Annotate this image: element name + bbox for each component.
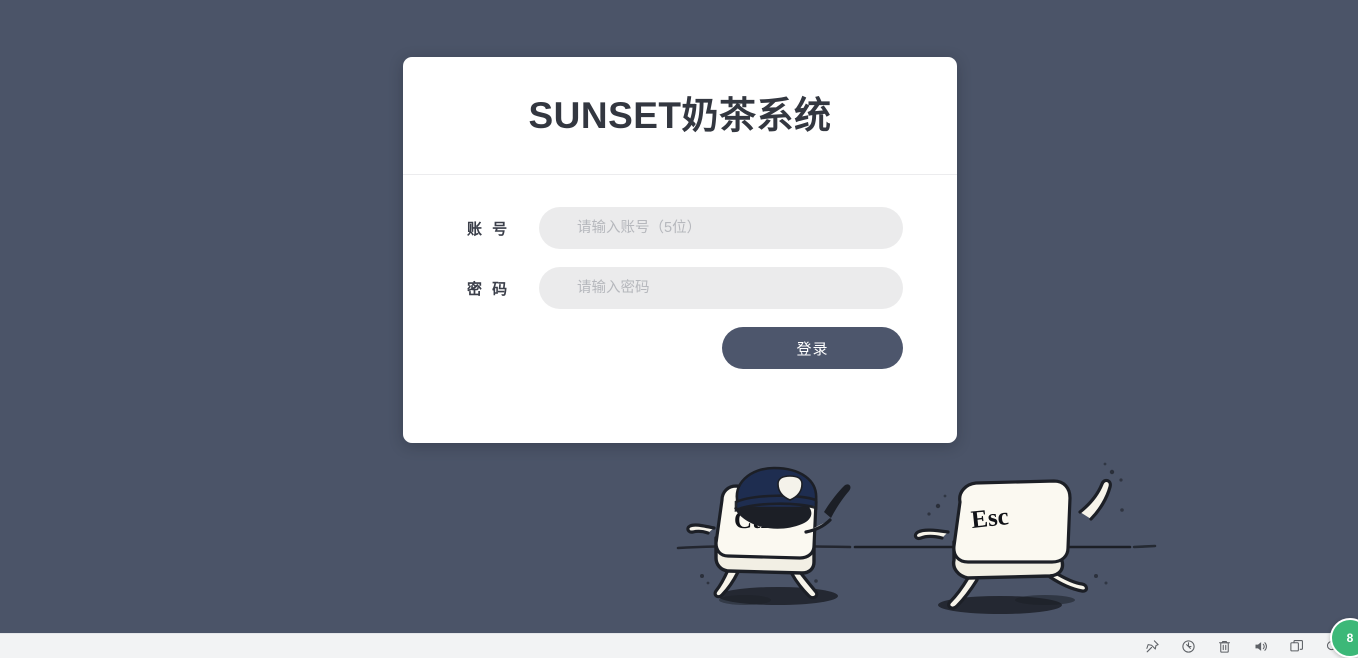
- taskbar-icon-group: [1134, 634, 1358, 658]
- account-input[interactable]: [539, 207, 903, 249]
- login-form: 账 号 密 码 登录: [403, 175, 957, 369]
- trash-icon[interactable]: [1206, 634, 1242, 658]
- taskbar: [0, 633, 1358, 658]
- form-row-account: 账 号: [457, 207, 903, 249]
- speaker-icon[interactable]: [1242, 634, 1278, 658]
- browser-page: SUNSET奶茶系统 账 号 密 码 登录: [0, 0, 1358, 633]
- record-icon[interactable]: [1170, 634, 1206, 658]
- page-title: SUNSET奶茶系统: [528, 95, 832, 136]
- window-copy-icon[interactable]: [1278, 634, 1314, 658]
- password-label: 密 码: [467, 280, 511, 298]
- ctrl-chases-esc-illustration: .ink { fill:#1c1f26; } .key { fill:#f2ef…: [650, 450, 1170, 625]
- login-card: SUNSET奶茶系统 账 号 密 码 登录: [403, 57, 957, 443]
- account-label: 账 号: [467, 220, 511, 238]
- login-actions: 登录: [457, 327, 903, 369]
- login-button[interactable]: 登录: [722, 327, 903, 369]
- svg-text:Esc: Esc: [970, 503, 1010, 534]
- screen-root: SUNSET奶茶系统 账 号 密 码 登录: [0, 0, 1358, 658]
- password-input[interactable]: [539, 267, 903, 309]
- login-card-header: SUNSET奶茶系统: [403, 57, 957, 175]
- form-row-password: 密 码: [457, 267, 903, 309]
- pin-icon[interactable]: [1134, 634, 1170, 658]
